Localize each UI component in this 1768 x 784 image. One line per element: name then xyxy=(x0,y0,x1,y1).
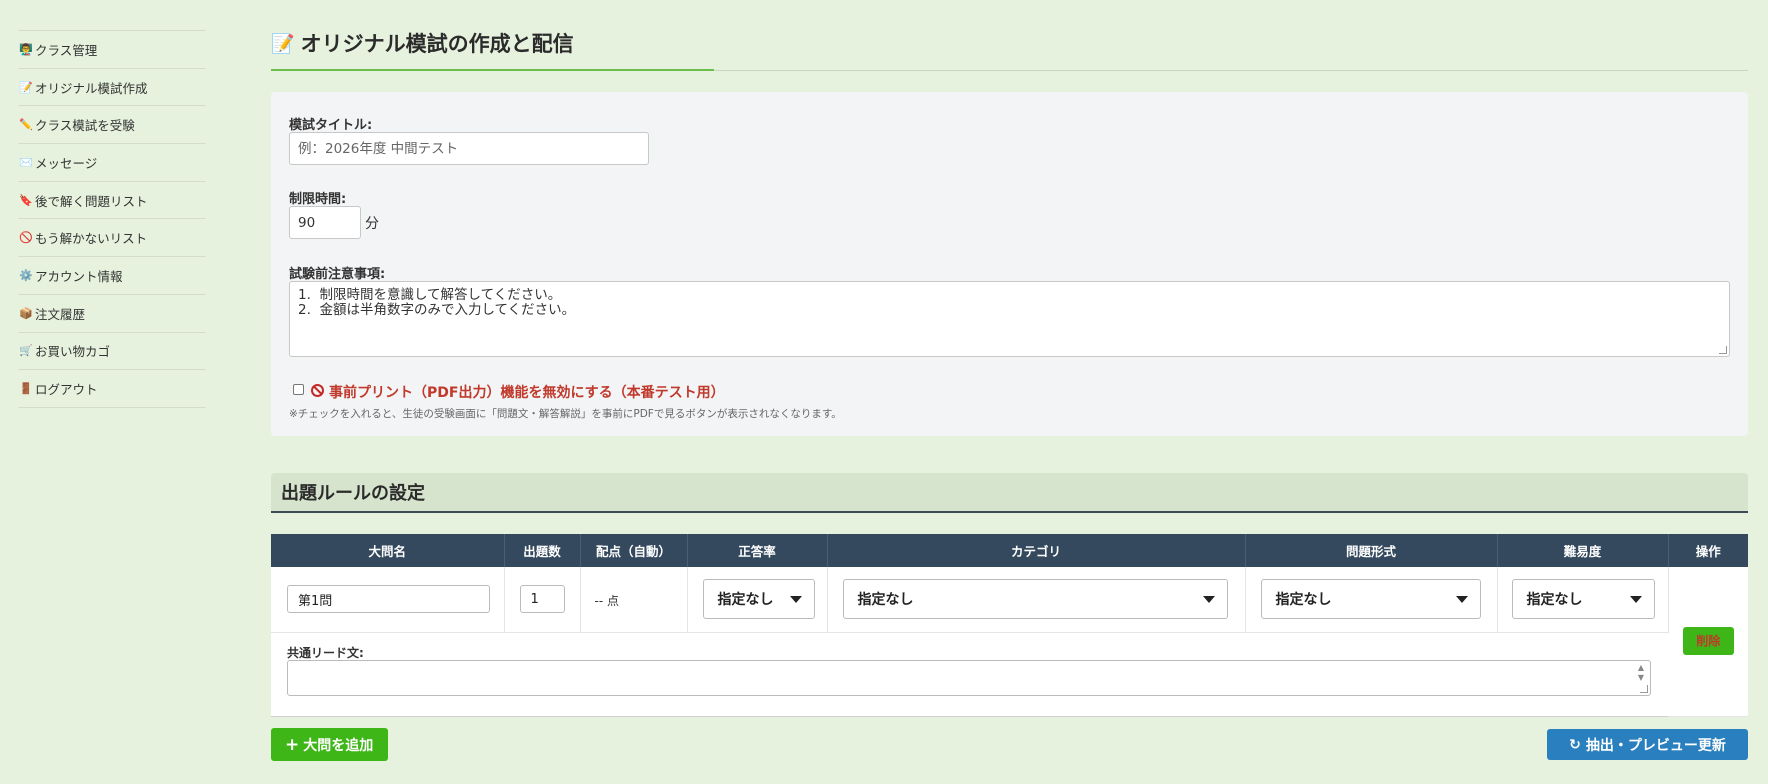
actions-cell: 削除 xyxy=(1668,567,1748,717)
chevron-down-icon xyxy=(1629,595,1642,603)
column-header: 難易度 xyxy=(1497,534,1669,567)
column-header: 正答率 xyxy=(687,534,828,567)
chevron-down-icon xyxy=(1202,595,1215,603)
sidebar-item-label: クラス管理 xyxy=(35,42,98,58)
sidebar-item-never-solve[interactable]: 🚫 もう解かないリスト xyxy=(18,219,206,258)
question-count-input[interactable] xyxy=(519,585,565,614)
memo-icon: 📝 xyxy=(271,32,295,55)
resize-grip-icon[interactable] xyxy=(1719,346,1727,354)
add-question-button[interactable]: + 大問を追加 xyxy=(271,728,389,761)
resize-grip-icon[interactable] xyxy=(1640,684,1648,693)
table-row-lead: 共通リード文: ▲ ▼ xyxy=(271,632,1748,717)
sidebar-item-solve-later[interactable]: 🔖 後で解く問題リスト xyxy=(18,182,206,220)
time-unit: 分 xyxy=(365,216,379,232)
question-name-input[interactable] xyxy=(287,585,490,614)
chevron-down-icon xyxy=(789,595,802,603)
sidebar-item-order-history[interactable]: 📦 注文履歴 xyxy=(18,295,206,333)
bookmark-icon: 🔖 xyxy=(19,193,33,207)
column-header: 問題形式 xyxy=(1245,534,1498,567)
pencil-icon: ✏️ xyxy=(19,118,33,132)
sidebar-nav: 👨‍🏫 クラス管理 📝 オリジナル模試作成 ✏️ クラス模試を受験 ✉️ メッセ… xyxy=(18,30,206,408)
sidebar-item-messages[interactable]: ✉️ メッセージ xyxy=(18,144,206,182)
category-cell: 指定なし xyxy=(827,567,1246,633)
exam-title-label: 模試タイトル: xyxy=(289,118,373,133)
page-title: 📝 オリジナル模試の作成と配信 xyxy=(271,28,574,58)
door-icon: 🚪 xyxy=(19,382,33,396)
sidebar-item-label: アカウント情報 xyxy=(35,268,123,284)
accuracy-select-value: 指定なし xyxy=(717,592,774,609)
sidebar-item-original-exam[interactable]: 📝 オリジナル模試作成 xyxy=(18,69,206,107)
plus-icon: + xyxy=(285,734,300,755)
lead-text-cell: 共通リード文: ▲ ▼ xyxy=(271,632,1668,717)
gear-icon: ⚙️ xyxy=(19,268,33,282)
memo-icon: 📝 xyxy=(19,80,33,94)
title-divider-accent xyxy=(271,69,714,71)
page-title-text: オリジナル模試の作成と配信 xyxy=(300,32,574,56)
exam-settings-card: 模試タイトル: 制限時間: 分 試験前注意事項: 1. 制限時間を意識して解答し… xyxy=(271,92,1748,436)
rules-section-heading: 出題ルールの設定 xyxy=(271,473,1748,513)
time-limit-input[interactable] xyxy=(289,206,361,239)
difficulty-select[interactable]: 指定なし xyxy=(1511,579,1655,620)
prohibited-icon: 🚫 xyxy=(19,231,33,245)
column-header: 大問名 xyxy=(271,534,505,567)
disable-print-checkbox[interactable] xyxy=(293,384,304,395)
disable-print-label[interactable]: 事前プリント（PDF出力）機能を無効にする（本番テスト用） xyxy=(329,382,725,402)
package-icon: 📦 xyxy=(19,306,33,320)
sidebar-item-label: クラス模試を受験 xyxy=(35,118,135,134)
sidebar-item-label: ログアウト xyxy=(35,382,98,398)
category-select-value: 指定なし xyxy=(857,592,914,609)
difficulty-cell: 指定なし xyxy=(1497,567,1669,633)
chevron-down-icon xyxy=(1455,595,1468,603)
sidebar-item-class-management[interactable]: 👨‍🏫 クラス管理 xyxy=(18,31,206,69)
lead-text-textarea[interactable]: ▲ ▼ xyxy=(287,659,1651,696)
sidebar-item-logout[interactable]: 🚪 ログアウト xyxy=(18,370,206,408)
disable-print-note: ※チェックを入れると、生徒の受験画面に「問題文・解答解説」を事前にPDFで見るボ… xyxy=(289,408,842,420)
points-cell: -- 点 xyxy=(580,567,688,633)
question-count-cell xyxy=(504,567,581,633)
sidebar-item-label: 注文履歴 xyxy=(35,306,86,322)
lead-text-label: 共通リード文: xyxy=(287,645,364,660)
spinner-arrows-icon[interactable]: ▲ ▼ xyxy=(1636,663,1646,683)
sidebar-item-label: 後で解く問題リスト xyxy=(35,193,148,209)
sidebar-item-take-class-exam[interactable]: ✏️ クラス模試を受験 xyxy=(18,106,206,145)
accuracy-select[interactable]: 指定なし xyxy=(702,579,815,620)
add-question-label: 大問を追加 xyxy=(303,737,374,754)
auto-points-value: -- 点 xyxy=(594,593,619,608)
sidebar-item-label: お買い物カゴ xyxy=(35,344,111,360)
format-select-value: 指定なし xyxy=(1275,592,1332,609)
column-header: 操作 xyxy=(1668,534,1748,567)
sidebar-item-cart[interactable]: 🛒 お買い物カゴ xyxy=(18,333,206,371)
format-cell: 指定なし xyxy=(1245,567,1498,633)
column-header: 出題数 xyxy=(504,534,581,567)
prohibited-icon xyxy=(311,384,324,397)
exam-title-input[interactable] xyxy=(289,132,649,165)
delete-button[interactable]: 削除 xyxy=(1682,627,1734,656)
column-header: カテゴリ xyxy=(827,534,1246,567)
column-header: 配点（自動） xyxy=(580,534,688,567)
format-select[interactable]: 指定なし xyxy=(1260,579,1481,620)
rules-table: 大問名 出題数 配点（自動） 正答率 カテゴリ 問題形式 難易度 操作 -- 点 xyxy=(271,534,1748,717)
extract-preview-label: 抽出・プレビュー更新 xyxy=(1585,737,1726,754)
notes-label: 試験前注意事項: xyxy=(289,267,386,282)
teacher-icon: 👨‍🏫 xyxy=(19,42,33,56)
refresh-icon: ↻ xyxy=(1569,736,1581,753)
difficulty-select-value: 指定なし xyxy=(1526,592,1583,609)
sidebar-item-label: オリジナル模試作成 xyxy=(35,80,148,96)
extract-preview-button[interactable]: ↻ 抽出・プレビュー更新 xyxy=(1547,729,1748,760)
envelope-icon: ✉️ xyxy=(19,155,33,169)
time-limit-label: 制限時間: xyxy=(289,192,347,207)
question-name-cell xyxy=(271,567,505,633)
accuracy-cell: 指定なし xyxy=(687,567,828,633)
cart-icon: 🛒 xyxy=(19,344,33,358)
category-select[interactable]: 指定なし xyxy=(842,579,1228,620)
sidebar-item-account[interactable]: ⚙️ アカウント情報 xyxy=(18,257,206,295)
table-row: -- 点 指定なし 指定なし 指定なし xyxy=(271,567,1748,717)
sidebar-item-label: もう解かないリスト xyxy=(35,231,148,247)
rules-table-header: 大問名 出題数 配点（自動） 正答率 カテゴリ 問題形式 難易度 操作 xyxy=(271,534,1748,567)
pre-exam-notes-textarea[interactable]: 1. 制限時間を意識して解答してください。 2. 金額は半角数字のみで入力してく… xyxy=(289,281,1730,357)
sidebar-item-label: メッセージ xyxy=(35,155,98,171)
